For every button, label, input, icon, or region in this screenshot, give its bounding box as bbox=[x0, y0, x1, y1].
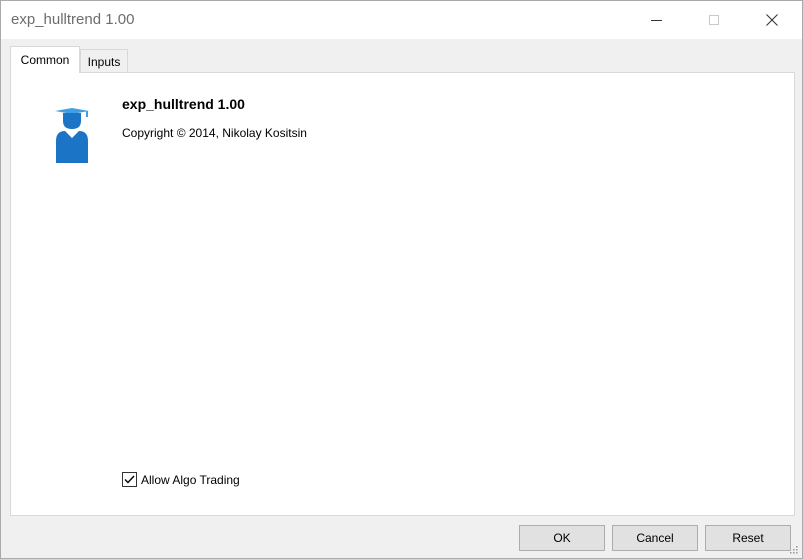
close-button[interactable] bbox=[749, 1, 795, 39]
reset-button[interactable]: Reset bbox=[705, 525, 791, 551]
graduate-icon bbox=[55, 108, 89, 163]
tab-inputs[interactable]: Inputs bbox=[80, 49, 128, 73]
expert-name: exp_hulltrend 1.00 bbox=[122, 96, 245, 112]
ok-button[interactable]: OK bbox=[519, 525, 605, 551]
maximize-icon bbox=[709, 15, 719, 25]
maximize-button bbox=[691, 1, 737, 39]
allow-algo-trading-option[interactable]: Allow Algo Trading bbox=[122, 472, 240, 487]
checkmark-icon bbox=[124, 475, 135, 484]
window-title: exp_hulltrend 1.00 bbox=[11, 11, 135, 28]
expert-copyright: Copyright © 2014, Nikolay Kositsin bbox=[122, 126, 307, 140]
resize-grip-icon[interactable] bbox=[788, 544, 798, 554]
close-icon bbox=[766, 14, 778, 26]
minimize-button[interactable] bbox=[633, 1, 679, 39]
tab-common[interactable]: Common bbox=[10, 46, 80, 73]
cancel-button[interactable]: Cancel bbox=[612, 525, 698, 551]
minimize-icon bbox=[650, 19, 662, 21]
title-bar[interactable]: exp_hulltrend 1.00 bbox=[1, 1, 802, 39]
common-tab-panel: exp_hulltrend 1.00 Copyright © 2014, Nik… bbox=[10, 72, 795, 516]
dialog-window: exp_hulltrend 1.00 Common Inputs exp_hul… bbox=[0, 0, 803, 559]
allow-algo-trading-checkbox[interactable] bbox=[122, 472, 137, 487]
allow-algo-trading-label: Allow Algo Trading bbox=[141, 472, 240, 487]
